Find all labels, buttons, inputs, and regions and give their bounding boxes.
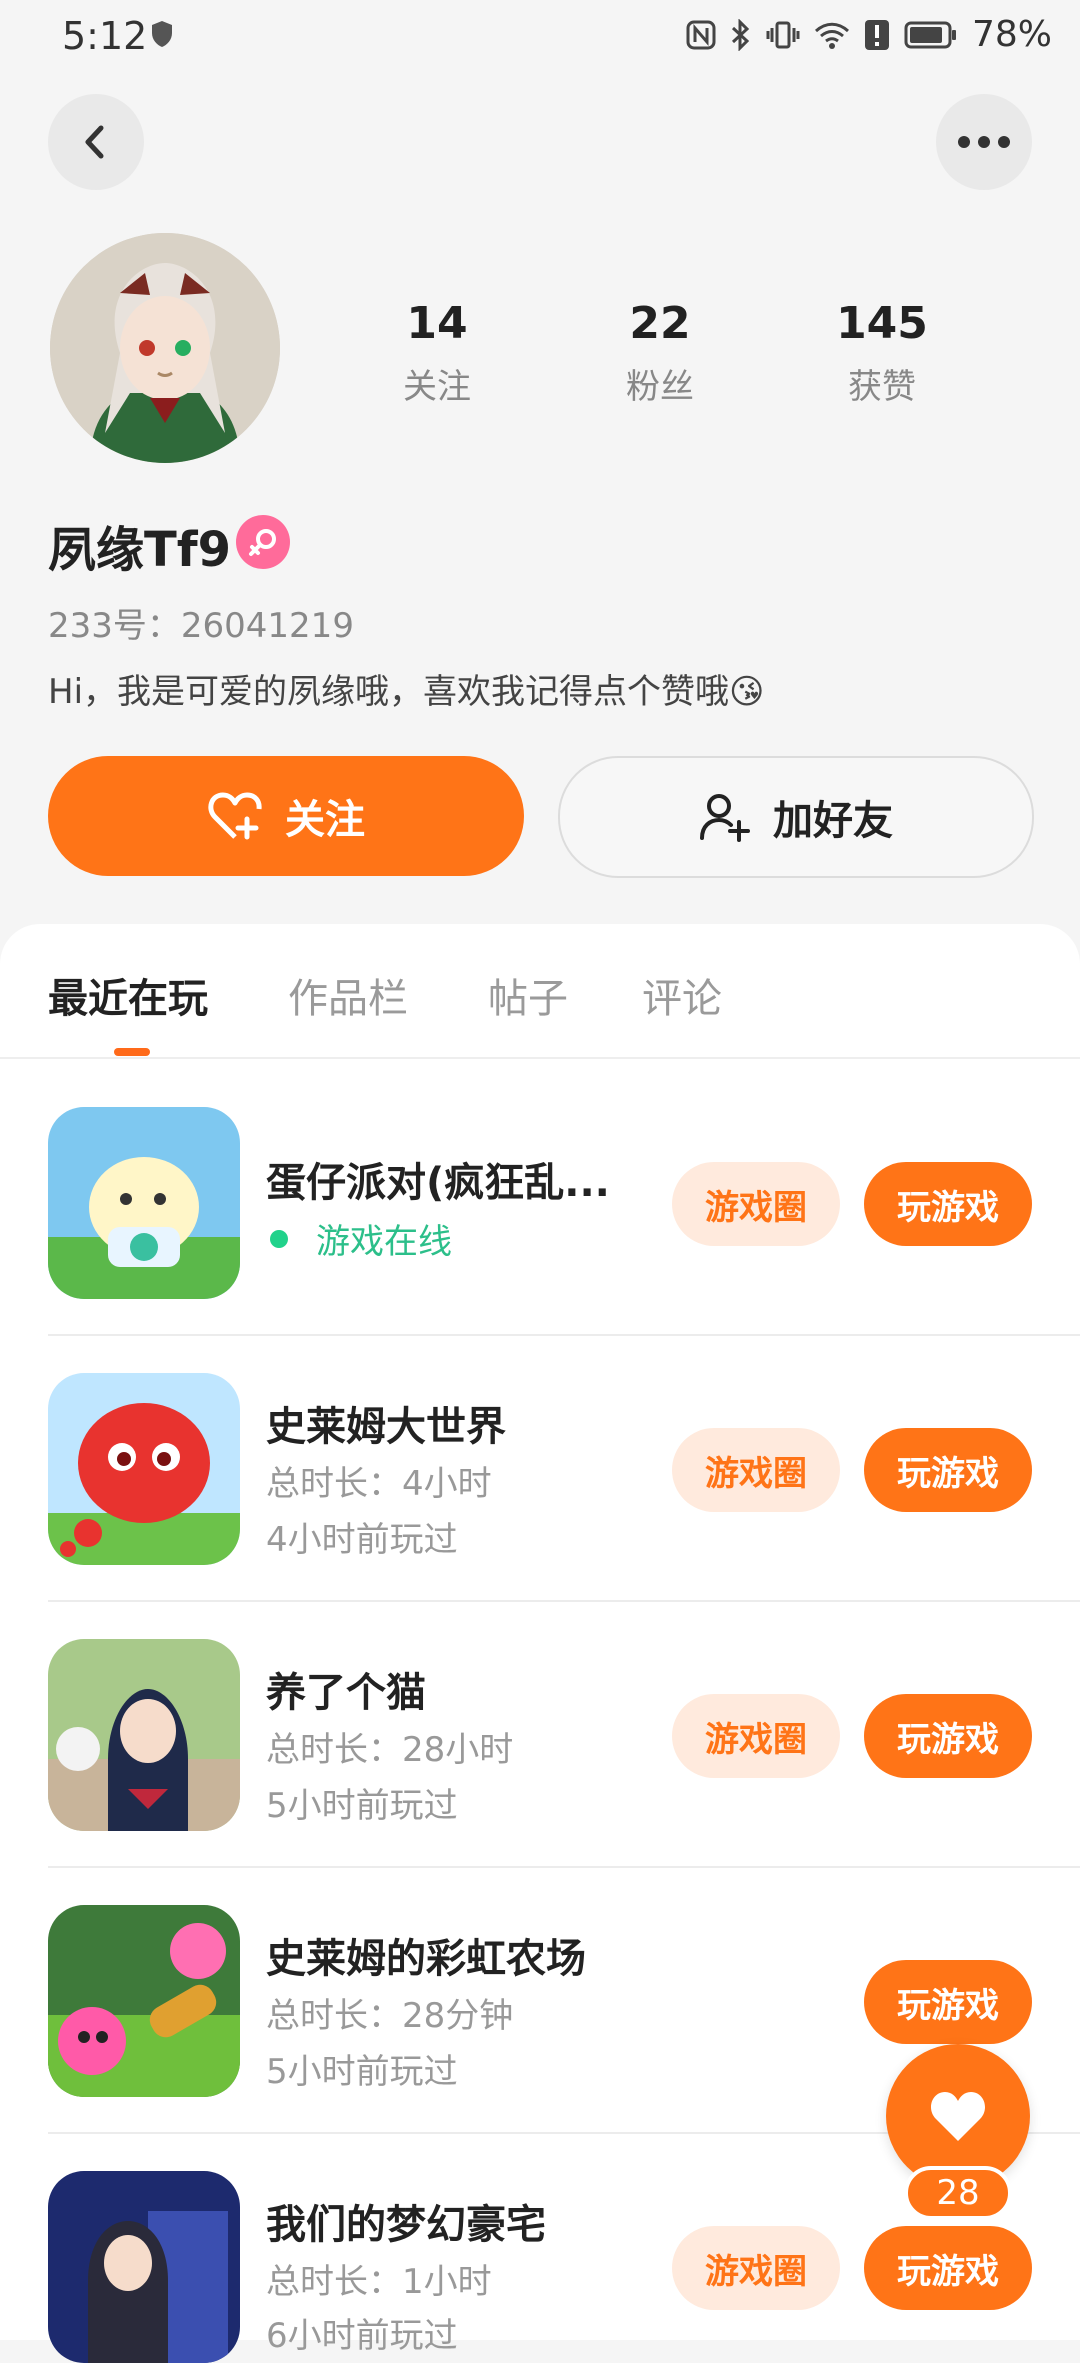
- username: 夙缘Tf9: [48, 522, 232, 578]
- game-image: [48, 2171, 240, 2363]
- game-circle-button[interactable]: 游戏圈: [672, 1428, 840, 1512]
- game-title: 史莱姆大世界: [266, 1404, 506, 1450]
- game-image: [48, 1107, 240, 1299]
- game-image: [48, 1905, 240, 2097]
- tab-recent-play[interactable]: 最近在玩: [48, 966, 208, 1024]
- game-last-played: 4小时前玩过: [266, 1520, 458, 1560]
- follow-label: 关注: [285, 797, 365, 843]
- game-circle-button[interactable]: 游戏圈: [672, 2226, 840, 2310]
- row-divider: [48, 1866, 1080, 1868]
- female-icon: [249, 529, 276, 556]
- avatar-image: [50, 233, 280, 463]
- game-image: [48, 1373, 240, 1565]
- game-title: 我们的梦幻豪宅: [266, 2202, 546, 2248]
- heart-plus-icon: [208, 792, 262, 840]
- game-icon-slime-world[interactable]: [48, 1373, 240, 1565]
- chevron-left-icon: [85, 125, 104, 159]
- game-duration: 总时长：28分钟: [266, 1996, 514, 2036]
- tab-active-indicator: [114, 1048, 150, 1056]
- add-friend-button[interactable]: 加好友: [558, 756, 1034, 878]
- game-icon-slime-rainbow-farm[interactable]: [48, 1905, 240, 2097]
- add-friend-label: 加好友: [773, 798, 893, 844]
- play-game-button[interactable]: 玩游戏: [864, 1428, 1032, 1512]
- stat-fans[interactable]: 22 粉丝: [565, 298, 755, 408]
- online-dot: [270, 1229, 288, 1248]
- online-status: 游戏在线: [266, 1214, 452, 1263]
- tab-comments[interactable]: 评论: [642, 966, 722, 1024]
- status-icons: 78%: [686, 14, 1052, 55]
- stat-value: 22: [629, 298, 691, 349]
- game-last-played: 5小时前玩过: [266, 1786, 458, 1826]
- stat-likes[interactable]: 145 获赞: [787, 298, 977, 408]
- more-icon: [958, 136, 1010, 148]
- play-game-button[interactable]: 玩游戏: [864, 1960, 1032, 2044]
- tab-posts[interactable]: 帖子: [488, 966, 568, 1024]
- add-user-icon: [700, 794, 750, 842]
- female-badge: [236, 515, 290, 569]
- tab-works[interactable]: 作品栏: [288, 966, 408, 1024]
- game-duration: 总时长：4小时: [266, 1464, 492, 1504]
- game-last-played: 5小时前玩过: [266, 2052, 458, 2092]
- stat-label: 获赞: [848, 367, 916, 407]
- user-id: 233号：26041219: [48, 606, 354, 646]
- heart-icon: [930, 2092, 986, 2141]
- back-button[interactable]: [48, 94, 144, 190]
- stat-value: 145: [836, 298, 928, 349]
- game-title: 史莱姆的彩虹农场: [266, 1936, 586, 1982]
- shield-icon: [152, 21, 172, 47]
- like-count: 28: [904, 2166, 1012, 2220]
- more-button[interactable]: [936, 94, 1032, 190]
- bluetooth-icon: [731, 18, 750, 51]
- game-title: 蛋仔派对(疯狂乱...: [266, 1160, 610, 1206]
- play-game-button[interactable]: 玩游戏: [864, 2226, 1032, 2310]
- play-game-button[interactable]: 玩游戏: [864, 1694, 1032, 1778]
- nfc-icon: [686, 20, 716, 49]
- game-image: [48, 1639, 240, 1831]
- game-duration: 总时长：1小时: [266, 2262, 492, 2302]
- online-label: 游戏在线: [316, 1222, 452, 1262]
- avatar[interactable]: [50, 233, 280, 463]
- stat-label: 关注: [403, 367, 471, 407]
- alert-icon: [864, 19, 889, 50]
- bio: Hi，我是可爱的夙缘哦，喜欢我记得点个赞哦😘: [48, 672, 765, 712]
- play-game-button[interactable]: 玩游戏: [864, 1162, 1032, 1246]
- game-duration: 总时长：28小时: [266, 1730, 514, 1770]
- row-divider: [48, 1334, 1080, 1336]
- tab-divider: [0, 1057, 1080, 1059]
- follow-button[interactable]: 关注: [48, 756, 524, 876]
- game-icon-raise-cat[interactable]: [48, 1639, 240, 1831]
- battery-icon: [904, 21, 956, 48]
- game-last-played: 6小时前玩过: [266, 2316, 458, 2356]
- battery-percent: 78%: [971, 14, 1052, 55]
- game-circle-button[interactable]: 游戏圈: [672, 1162, 840, 1246]
- game-circle-button[interactable]: 游戏圈: [672, 1694, 840, 1778]
- stat-following[interactable]: 14 关注: [342, 298, 532, 408]
- status-time: 5:12: [62, 14, 148, 58]
- stat-label: 粉丝: [626, 367, 694, 407]
- game-icon-eggy-party[interactable]: [48, 1107, 240, 1299]
- game-icon-dream-mansion[interactable]: [48, 2171, 240, 2363]
- vibrate-icon: [766, 21, 800, 48]
- row-divider: [48, 1600, 1080, 1602]
- stat-value: 14: [406, 298, 468, 349]
- wifi-icon: [814, 22, 849, 49]
- game-title: 养了个猫: [266, 1670, 426, 1716]
